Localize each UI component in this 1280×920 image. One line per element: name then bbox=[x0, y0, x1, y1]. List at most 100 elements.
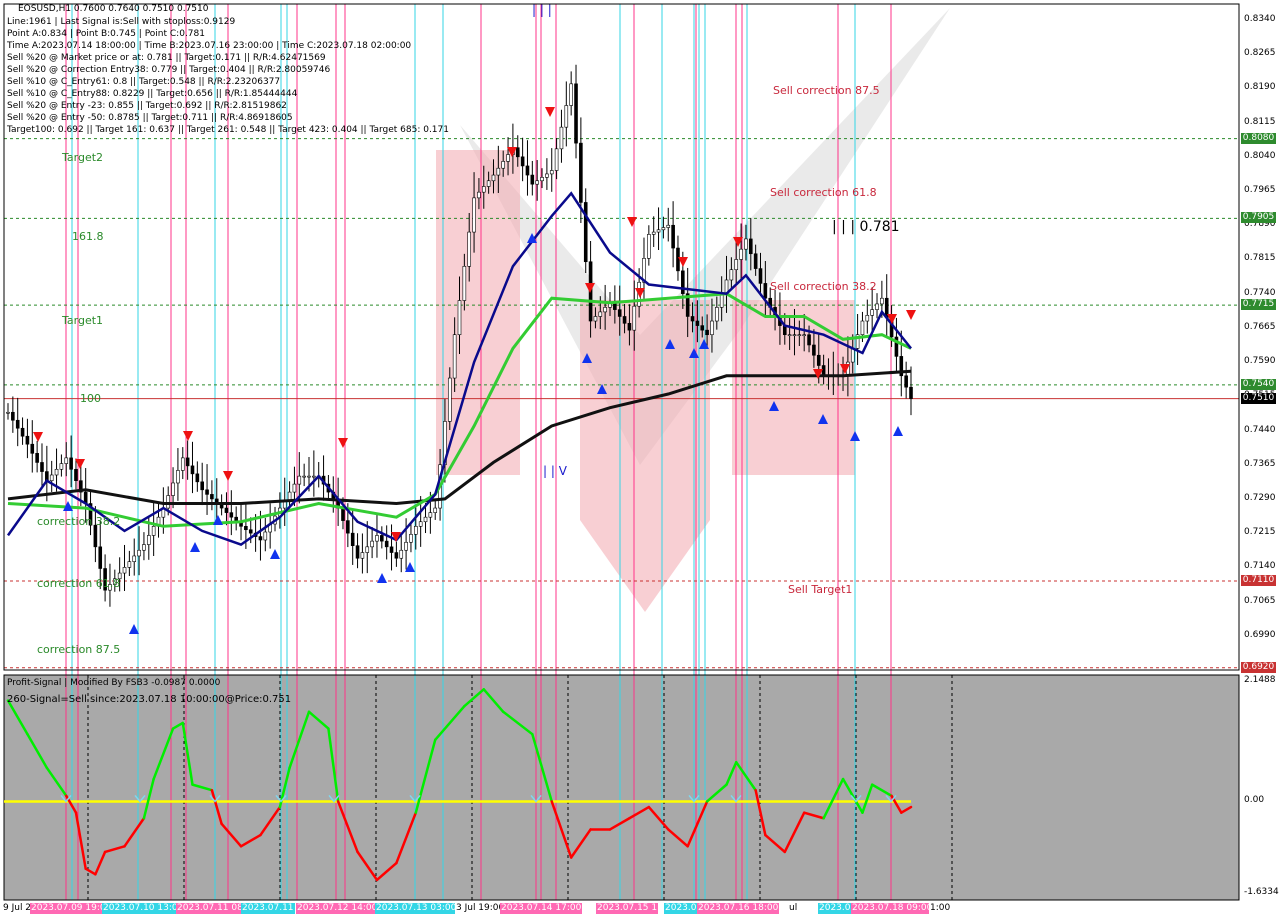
price-level-badge: 0.8080 bbox=[1241, 132, 1276, 144]
price-level-badge: 0.7110 bbox=[1241, 575, 1276, 587]
candle-body bbox=[447, 377, 452, 422]
candle-body bbox=[821, 365, 826, 377]
candle-body bbox=[190, 465, 195, 475]
price-tick-label: 0.7740 bbox=[1244, 287, 1276, 298]
candle-body bbox=[93, 524, 98, 548]
time-axis-label: ul bbox=[788, 903, 799, 914]
candle-body bbox=[360, 552, 365, 559]
candle-body bbox=[244, 526, 248, 531]
candle-body bbox=[258, 536, 263, 541]
candle-body bbox=[739, 248, 743, 260]
time-axis-label: 2023.07.16 18:00 bbox=[697, 903, 780, 914]
candle-body bbox=[525, 165, 530, 176]
candle-body bbox=[734, 259, 739, 271]
candle-body bbox=[297, 475, 302, 485]
price-tick-label: 0.7215 bbox=[1244, 527, 1276, 538]
price-level-badge: 0.7540 bbox=[1241, 378, 1276, 390]
candle-body bbox=[346, 520, 350, 534]
candle-body bbox=[302, 475, 306, 478]
candle-body bbox=[579, 142, 583, 203]
candle-body bbox=[428, 512, 433, 518]
candle-body bbox=[496, 167, 501, 176]
time-axis-label: 2023.07.11 08 bbox=[176, 903, 244, 914]
candle-body bbox=[132, 555, 137, 562]
price-tick-label: 0.7965 bbox=[1244, 185, 1276, 196]
candle-body bbox=[748, 238, 753, 255]
time-axis-label: 2023.07.09 19:0 bbox=[30, 903, 107, 914]
candle-body bbox=[719, 293, 724, 308]
price-tick-label: 0.7590 bbox=[1244, 356, 1276, 367]
candle-body bbox=[549, 170, 554, 175]
info-line-4: Sell %20 @ Market price or at: 0.781 || … bbox=[7, 53, 326, 63]
candle-body bbox=[30, 443, 35, 454]
candle-body bbox=[122, 567, 127, 574]
candle-body bbox=[142, 544, 146, 551]
indicator-tick-label: 0.00 bbox=[1244, 795, 1265, 806]
info-line-9: Sell %20 @ Entry -50: 0.8785 || Target:0… bbox=[7, 113, 293, 123]
candle-body bbox=[865, 315, 870, 322]
candle-body bbox=[404, 541, 408, 551]
candle-body bbox=[598, 311, 603, 317]
price-tick-label: 0.8115 bbox=[1244, 116, 1276, 127]
candle-body bbox=[656, 229, 661, 233]
candle-body bbox=[569, 83, 573, 106]
candle-body bbox=[477, 191, 481, 199]
time-axis-label: 2023.07.11 bbox=[241, 903, 295, 914]
price-tick-label: 0.7140 bbox=[1244, 561, 1276, 572]
candle-body bbox=[210, 494, 214, 500]
candle-body bbox=[146, 535, 151, 545]
candle-body bbox=[627, 323, 632, 331]
correction-618-label: correction 61.8 bbox=[37, 577, 121, 590]
candle-body bbox=[166, 495, 171, 509]
candle-body bbox=[151, 526, 156, 536]
candle-body bbox=[59, 463, 64, 470]
price-tick-label: 0.8265 bbox=[1244, 48, 1276, 59]
candle-body bbox=[807, 334, 811, 346]
info-line-8: Sell %20 @ Entry -23: 0.855 || Target:0.… bbox=[7, 101, 287, 111]
info-line-6: Sell %10 @ C_Entry61: 0.8 || Target:0.54… bbox=[7, 77, 281, 87]
candle-body bbox=[540, 177, 544, 182]
candle-body bbox=[200, 481, 204, 491]
candle-body bbox=[603, 307, 607, 313]
candle-body bbox=[583, 202, 588, 263]
candle-body bbox=[312, 475, 316, 478]
candle-body bbox=[394, 552, 399, 559]
candle-body bbox=[700, 325, 705, 331]
candle-body bbox=[812, 344, 816, 356]
indicator-signal: 260-Signal=Sell since:2023.07.18 10:00:0… bbox=[7, 694, 292, 705]
candle-body bbox=[11, 411, 15, 421]
bottom-marker: | | V bbox=[543, 464, 567, 478]
candle-body bbox=[171, 482, 175, 496]
candle-body bbox=[491, 174, 496, 182]
info-line-1: Line:1961 | Last Signal is:Sell with sto… bbox=[7, 17, 236, 27]
candle-body bbox=[695, 320, 700, 326]
price-level-badge: 0.7905 bbox=[1241, 212, 1276, 224]
time-axis-label: 2023.07.18 09:00 bbox=[851, 903, 934, 914]
candle-body bbox=[380, 535, 384, 542]
time-axis-label: 2023.07.15 1 bbox=[596, 903, 659, 914]
candle-body bbox=[870, 309, 874, 316]
candle-body bbox=[481, 186, 486, 193]
candle-body bbox=[229, 512, 234, 518]
candle-body bbox=[292, 483, 297, 493]
candle-body bbox=[423, 516, 428, 523]
candle-body bbox=[452, 334, 457, 379]
candle-body bbox=[797, 334, 802, 337]
candle-body bbox=[409, 533, 413, 543]
correction-875-label: correction 87.5 bbox=[37, 643, 121, 656]
candle-body bbox=[676, 247, 680, 272]
price-tick-label: 0.8190 bbox=[1244, 82, 1276, 93]
chart-root: EOSUSD,H1 0.7600 0.7640 0.7510 0.7510 Li… bbox=[0, 0, 1280, 920]
time-axis-label: 2023.07.14 17:00 bbox=[500, 903, 583, 914]
target2-label: Target2 bbox=[62, 151, 104, 164]
candle-body bbox=[370, 540, 374, 548]
candle-body bbox=[520, 156, 525, 167]
info-line-2: Point A:0.834 | Point B:0.745 | Point C:… bbox=[7, 29, 205, 39]
info-line-0: EOSUSD,H1 0.7600 0.7640 0.7510 0.7510 bbox=[18, 4, 209, 14]
candle-body bbox=[137, 549, 141, 557]
candle-body bbox=[384, 540, 389, 548]
candle-body bbox=[681, 270, 685, 294]
candle-body bbox=[15, 419, 20, 429]
info-line-3: Time A:2023.07.14 18:00:00 | Time B:2023… bbox=[7, 41, 412, 51]
candle-body bbox=[763, 283, 768, 299]
